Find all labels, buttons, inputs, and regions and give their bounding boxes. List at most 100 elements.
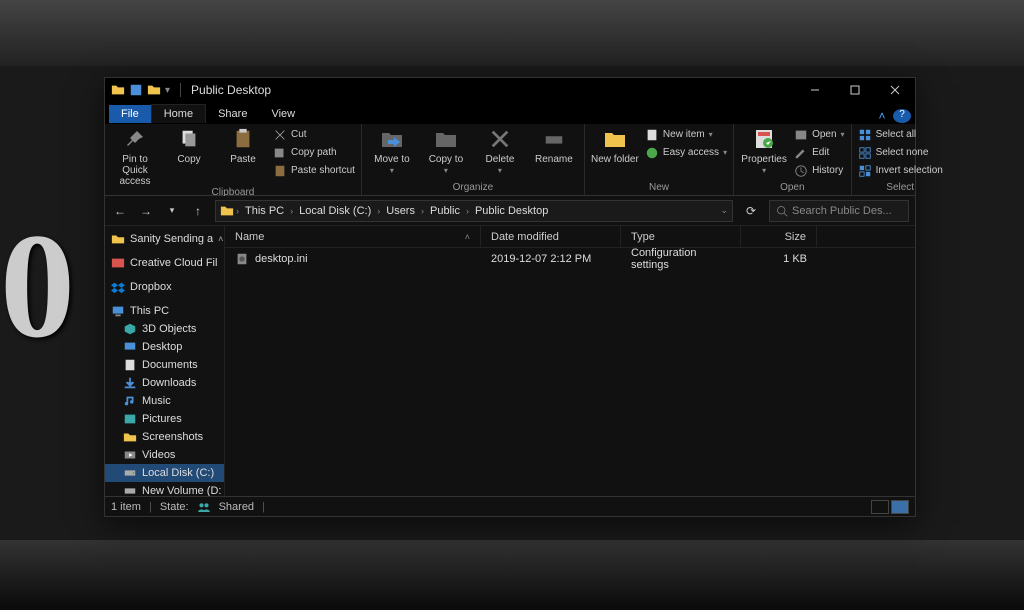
nav-item-desktop[interactable]: Desktop: [105, 338, 224, 356]
breadcrumb-item[interactable]: Users: [382, 205, 419, 217]
ribbon: Pin to Quick access Copy Paste Cut Copy …: [105, 124, 915, 196]
ribbon-group-new: New folder New item ▾ Easy access ▾ New: [585, 124, 734, 195]
nav-item-3d-objects[interactable]: 3D Objects: [105, 320, 224, 338]
recent-locations-button[interactable]: ▾: [163, 205, 181, 216]
paste-icon: [230, 126, 256, 152]
nav-item-this-pc[interactable]: This PC: [105, 302, 224, 320]
qat-folder-icon[interactable]: [147, 83, 161, 97]
nav-item-documents[interactable]: Documents: [105, 356, 224, 374]
file-name: desktop.ini: [255, 253, 308, 265]
forward-button[interactable]: →: [137, 204, 155, 218]
breadcrumb-item[interactable]: Public: [426, 205, 464, 217]
delete-icon: [487, 126, 513, 152]
new-folder-icon: [602, 126, 628, 152]
documents-icon: [123, 358, 137, 372]
delete-button[interactable]: Delete ▾: [476, 126, 524, 176]
pin-quick-access-button[interactable]: Pin to Quick access: [111, 126, 159, 187]
music-icon: [123, 394, 137, 408]
explorer-window: ▾ Public Desktop File Home Share View ˄ …: [104, 77, 916, 517]
ribbon-group-open: Properties ▾ Open ▾ Edit History Open: [734, 124, 851, 195]
breadcrumb-dropdown-icon[interactable]: ⌄: [720, 205, 728, 216]
edit-icon: [794, 146, 808, 160]
nav-item-pictures[interactable]: Pictures: [105, 410, 224, 428]
breadcrumb-item[interactable]: Local Disk (C:): [295, 205, 375, 217]
dropbox-icon: [111, 280, 125, 294]
nav-item-local-disk-c[interactable]: Local Disk (C:): [105, 464, 224, 482]
nav-item-sanity[interactable]: Sanity Sending a˄: [105, 230, 224, 248]
ribbon-group-clipboard: Pin to Quick access Copy Paste Cut Copy …: [105, 124, 362, 195]
cut-button[interactable]: Cut: [273, 126, 355, 143]
nav-item-screenshots[interactable]: Screenshots: [105, 428, 224, 446]
column-header-date[interactable]: Date modified: [481, 226, 621, 247]
easy-access-icon: [645, 146, 659, 160]
search-placeholder: Search Public Des...: [792, 205, 892, 217]
nav-item-music[interactable]: Music: [105, 392, 224, 410]
search-input[interactable]: Search Public Des...: [769, 200, 909, 222]
window-title: Public Desktop: [191, 83, 271, 97]
close-button[interactable]: [875, 78, 915, 102]
easy-access-button[interactable]: Easy access ▾: [645, 144, 727, 161]
help-icon[interactable]: ?: [893, 109, 911, 123]
ribbon-expand-icon[interactable]: ˄: [873, 109, 891, 123]
folder-icon: [220, 204, 234, 218]
file-type: Configuration settings: [631, 247, 731, 271]
folder-icon: [123, 430, 137, 444]
breadcrumb-item[interactable]: Public Desktop: [471, 205, 552, 217]
column-header-type[interactable]: Type: [621, 226, 741, 247]
ini-file-icon: [235, 252, 249, 266]
status-state-label: State:: [160, 501, 189, 513]
view-details-button[interactable]: [871, 500, 889, 514]
back-button[interactable]: ←: [111, 204, 129, 218]
file-row[interactable]: desktop.ini 2019-12-07 2:12 PM Configura…: [225, 248, 915, 270]
breadcrumb-item[interactable]: This PC: [241, 205, 288, 217]
copy-path-button[interactable]: Copy path: [273, 144, 355, 161]
invert-selection-button[interactable]: Invert selection: [858, 162, 943, 179]
folder-icon: [111, 232, 125, 246]
new-folder-button[interactable]: New folder: [591, 126, 639, 165]
edit-button[interactable]: Edit: [794, 144, 844, 161]
title-bar: ▾ Public Desktop: [105, 78, 915, 102]
cut-icon: [273, 128, 287, 142]
status-state-value: Shared: [219, 501, 254, 513]
breadcrumb[interactable]: › This PC› Local Disk (C:)› Users› Publi…: [215, 200, 733, 222]
open-button[interactable]: Open ▾: [794, 126, 844, 143]
properties-button[interactable]: Properties ▾: [740, 126, 788, 176]
tab-home[interactable]: Home: [151, 104, 206, 123]
tab-view[interactable]: View: [259, 105, 307, 123]
nav-item-downloads[interactable]: Downloads: [105, 374, 224, 392]
paste-button[interactable]: Paste: [219, 126, 267, 165]
rename-icon: [541, 126, 567, 152]
minimize-button[interactable]: [795, 78, 835, 102]
maximize-button[interactable]: [835, 78, 875, 102]
view-large-icons-button[interactable]: [891, 500, 909, 514]
select-none-button[interactable]: Select none: [858, 144, 943, 161]
copy-button[interactable]: Copy: [165, 126, 213, 165]
paste-shortcut-button[interactable]: Paste shortcut: [273, 162, 355, 179]
qat-dropdown-icon[interactable]: ▾: [165, 85, 170, 96]
select-all-button[interactable]: Select all: [858, 126, 943, 143]
tab-file[interactable]: File: [109, 105, 151, 123]
file-size: 1 KB: [783, 253, 807, 265]
nav-item-creative-cloud[interactable]: Creative Cloud Fil: [105, 254, 224, 272]
nav-item-dropbox[interactable]: Dropbox: [105, 278, 224, 296]
up-button[interactable]: ↑: [189, 204, 207, 218]
status-item-count: 1 item: [111, 501, 141, 513]
column-header-name[interactable]: Name˄: [225, 226, 481, 247]
select-none-icon: [858, 146, 872, 160]
refresh-button[interactable]: ⟳: [741, 204, 761, 218]
rename-button[interactable]: Rename: [530, 126, 578, 165]
column-header-size[interactable]: Size: [741, 226, 817, 247]
nav-item-videos[interactable]: Videos: [105, 446, 224, 464]
move-to-button[interactable]: Move to ▾: [368, 126, 416, 176]
new-item-icon: [645, 128, 659, 142]
nav-item-new-volume[interactable]: New Volume (D:: [105, 482, 224, 496]
copy-to-button[interactable]: Copy to ▾: [422, 126, 470, 176]
downloads-icon: [123, 376, 137, 390]
navigation-pane[interactable]: Sanity Sending a˄ Creative Cloud Fil Dro…: [105, 226, 225, 496]
new-item-button[interactable]: New item ▾: [645, 126, 727, 143]
pictures-icon: [123, 412, 137, 426]
qat-properties-icon[interactable]: [129, 83, 143, 97]
tab-share[interactable]: Share: [206, 105, 259, 123]
history-button[interactable]: History: [794, 162, 844, 179]
folder-icon: [111, 83, 125, 97]
